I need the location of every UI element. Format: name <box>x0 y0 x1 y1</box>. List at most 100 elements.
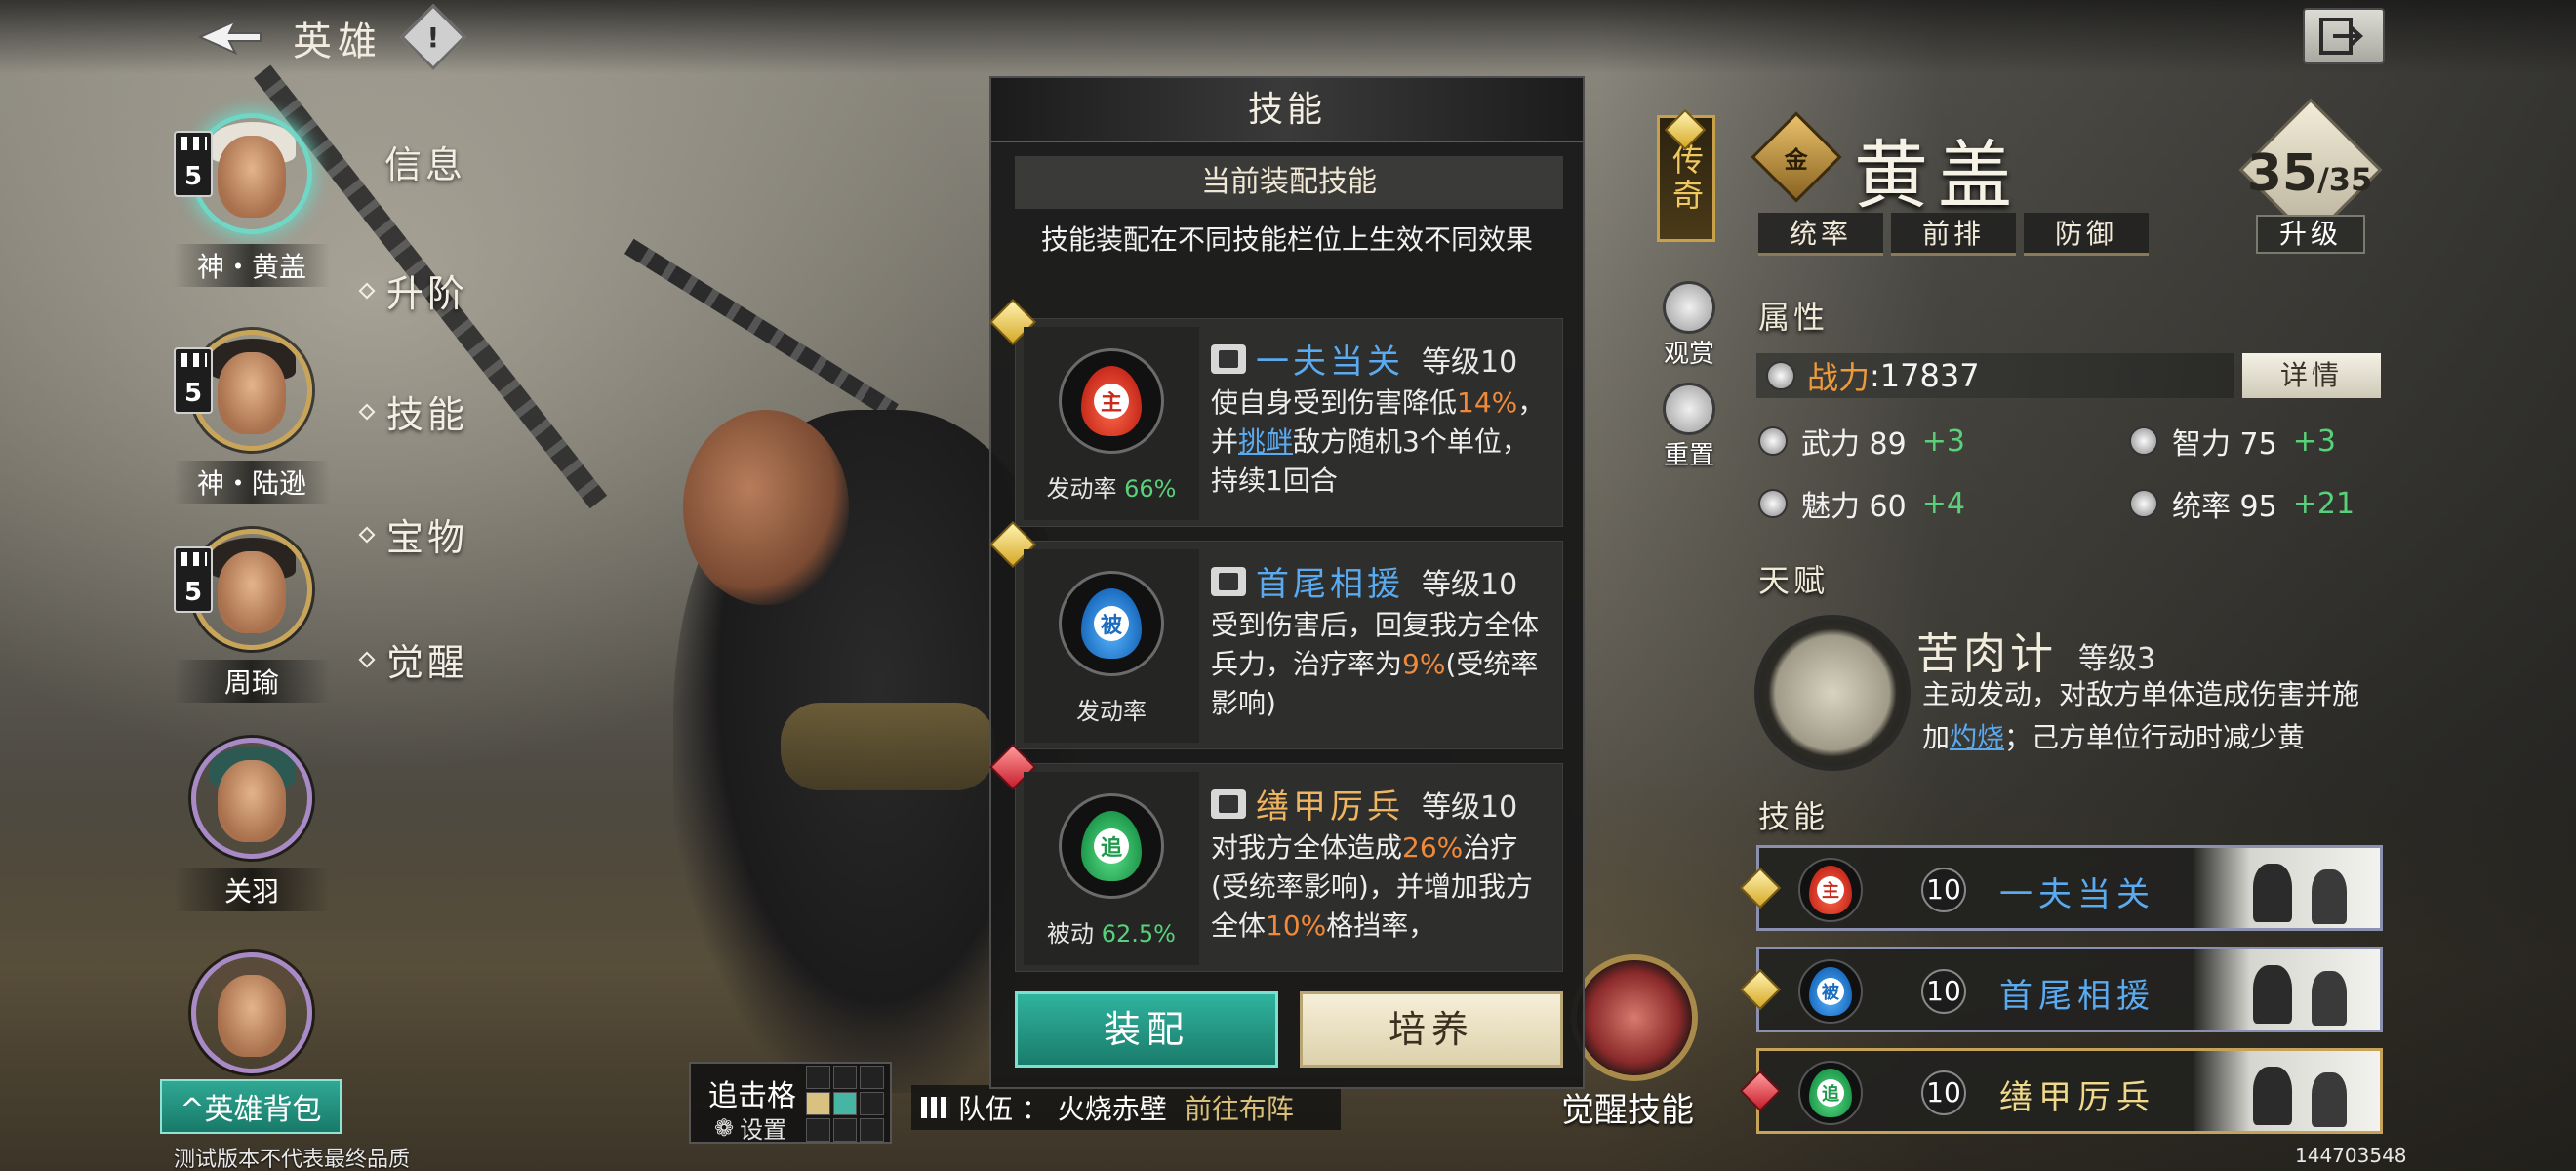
skill-orb: 被 <box>1798 959 1863 1024</box>
power-icon <box>1766 361 1795 390</box>
trigger-rate: 发动率 <box>1076 698 1147 725</box>
portrait-face <box>218 551 286 633</box>
reset-label: 重置 <box>1663 441 1714 470</box>
hero-name: 关羽 <box>174 868 330 911</box>
train-button[interactable]: 培养 <box>1300 991 1563 1068</box>
stat-intelligence: 智力 75 +3 <box>2129 420 2336 463</box>
attributes-title: 属性 <box>1758 299 1830 336</box>
level-number: 35/35 <box>2246 144 2373 203</box>
portrait-face <box>218 136 286 218</box>
level-badge[interactable]: 35/35 升级 <box>2236 98 2383 256</box>
view-button[interactable]: 观赏 <box>1655 281 1723 370</box>
nav-item-awaken[interactable]: 觉醒 <box>358 632 556 686</box>
exit-icon[interactable] <box>2303 8 2385 64</box>
skill-slot[interactable]: 被 10 首尾相援 <box>1739 947 2383 1032</box>
skills-title: 技能 <box>1758 798 1830 835</box>
awaken-skill-icon[interactable] <box>1571 954 1698 1081</box>
skill-name: 一夫当关 <box>1256 343 1404 382</box>
skill-slot[interactable]: 追 10 缮甲厉兵 <box>1739 1048 2383 1134</box>
nav-dot-icon <box>358 526 376 543</box>
command-icon <box>2129 489 2158 518</box>
trigger-rate: 发动率 66% <box>1046 475 1177 503</box>
skill-icon-box: 追 被动 62.5% <box>1024 772 1199 965</box>
talent-icon[interactable] <box>1754 615 1911 771</box>
reset-button[interactable]: 重置 <box>1655 383 1723 471</box>
skill-card[interactable]: 主 发动率 66% 一夫当关 等级10 使自身受到伤害降低14%，并挑衅敌方随机… <box>988 298 1563 527</box>
skill-orb: 被 <box>1059 571 1164 676</box>
skill-slot[interactable]: 主 10 一夫当关 <box>1739 845 2383 931</box>
detail-button[interactable]: 详情 <box>2242 353 2381 398</box>
book-icon <box>1211 343 1246 374</box>
hero-name: 神・陆逊 <box>174 461 330 504</box>
settings-label: 设置 <box>740 1116 787 1144</box>
hero-rank-badge: 5 <box>174 131 213 197</box>
awaken-skill-label: 觉醒技能 <box>1561 1091 1694 1130</box>
chase-settings[interactable]: ❁ 设置 <box>714 1110 786 1145</box>
skill-card[interactable]: 追 被动 62.5% 缮甲厉兵 等级10 对我方全体造成26%治疗(受统率影响)… <box>988 743 1563 972</box>
team-bar: 队伍 ： 火烧赤壁 前往布阵 <box>911 1085 1341 1130</box>
upgrade-button[interactable]: 升级 <box>2256 215 2365 254</box>
power-label: 战力 <box>1807 359 1871 396</box>
gear-icon: ❁ <box>714 1113 735 1142</box>
provoke-link[interactable]: 挑衅 <box>1238 425 1293 458</box>
water-skill-icon: 被 <box>1081 588 1142 659</box>
stat-force: 武力 89 +3 <box>1758 420 1965 463</box>
skill-level-badge: 10 <box>1921 1070 1966 1115</box>
hero-tags: 统率 前排 防御 <box>1758 213 2149 256</box>
hero-belt-art <box>781 703 995 790</box>
hero-name: 神・黄盖 <box>174 244 330 287</box>
team-label: 队伍 ： 火烧赤壁 <box>958 1093 1167 1125</box>
reset-icon <box>1663 383 1715 435</box>
hero-portrait <box>191 738 312 859</box>
hero-bag-button[interactable]: ^英雄背包 <box>160 1079 342 1134</box>
nav-dot-icon <box>358 403 376 420</box>
skill-name: 首尾相援 <box>1256 565 1404 604</box>
force-icon <box>1758 426 1788 456</box>
nav-item-info[interactable]: 信息 <box>384 135 580 188</box>
hero-portrait <box>191 952 312 1073</box>
talent-name: 苦肉计 等级3 <box>1916 629 2156 679</box>
skill-level-badge: 10 <box>1921 969 1966 1014</box>
charm-icon <box>1758 489 1788 518</box>
skill-art <box>2194 949 2380 1030</box>
skill-description: 受到伤害后，回复我方全体兵力，治疗率为9%(受统率影响) <box>1211 609 1540 719</box>
skill-level: 等级10 <box>1422 344 1518 380</box>
skill-header: 一夫当关 等级10 <box>1211 335 1517 383</box>
skill-description: 使自身受到伤害降低14%，并挑衅敌方随机3个单位，持续1回合 <box>1211 386 1546 497</box>
back-button[interactable] <box>191 12 269 62</box>
skill-icon-box: 被 发动率 <box>1024 549 1199 743</box>
goto-formation-link[interactable]: 前往布阵 <box>1185 1088 1294 1127</box>
top-bar <box>0 0 2576 74</box>
nav-item-treasure[interactable]: 宝物 <box>358 507 556 561</box>
burn-link[interactable]: 灼烧 <box>1950 721 2004 753</box>
chase-label: 追击格 <box>708 1079 796 1113</box>
chase-grid <box>806 1066 884 1142</box>
skill-modal: 技能 当前装配技能 技能装配在不同技能栏位上生效不同效果 主 发动率 66% 一… <box>988 76 1585 1089</box>
skill-card[interactable]: 被 发动率 首尾相援 等级10 受到伤害后，回复我方全体兵力，治疗率为9%(受统… <box>988 520 1563 749</box>
page-title: 英雄 <box>293 20 382 64</box>
intelligence-icon <box>2129 426 2158 456</box>
portrait-face <box>218 975 286 1057</box>
stat-charm: 魅力 60 +4 <box>1758 482 1965 525</box>
hero-tag: 统率 <box>1758 213 1883 256</box>
skill-art <box>2194 1051 2380 1131</box>
skill-orb: 主 <box>1798 858 1863 922</box>
modal-subtitle: 当前装配技能 <box>1015 156 1563 209</box>
modal-title: 技能 <box>991 78 1583 142</box>
equip-button[interactable]: 装配 <box>1015 991 1278 1068</box>
skill-slot-name: 首尾相援 <box>1999 977 2155 1016</box>
nav-item-advance[interactable]: 升阶 <box>358 263 556 317</box>
skill-level: 等级10 <box>1422 567 1518 602</box>
power-bar: 战力 :17837 <box>1756 353 2234 398</box>
skill-level-badge: 10 <box>1921 868 1966 912</box>
skill-art <box>2194 848 2380 928</box>
view-icon <box>1663 281 1715 334</box>
nav-item-skills[interactable]: 技能 <box>358 384 556 438</box>
hero-tag: 防御 <box>2024 213 2149 256</box>
wind-skill-icon: 追 <box>1081 811 1142 881</box>
skill-orb: 追 <box>1798 1061 1863 1125</box>
hero-name: 周瑜 <box>174 660 330 703</box>
talent-title: 天赋 <box>1758 562 1830 599</box>
fire-skill-icon: 主 <box>1809 866 1852 914</box>
skill-slot-name: 一夫当关 <box>1999 875 2155 914</box>
